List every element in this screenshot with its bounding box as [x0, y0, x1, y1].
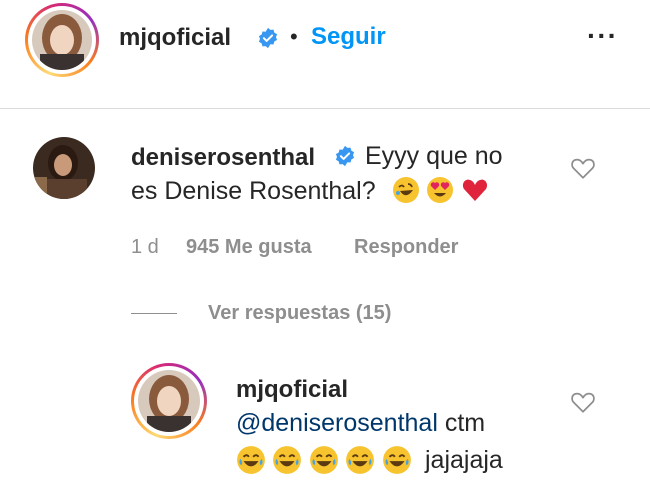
tears-of-joy-emoji [273, 446, 302, 474]
like-comment-heart-icon[interactable] [570, 155, 596, 181]
commenter-avatar[interactable] [33, 137, 95, 199]
tears-of-joy-emoji [382, 446, 411, 474]
red-heart-emoji [462, 179, 487, 201]
view-replies-button[interactable]: Ver respuestas (15) [208, 302, 391, 325]
like-reply-heart-icon[interactable] [570, 389, 596, 415]
separator-dot: • [290, 24, 298, 49]
tears-of-joy-emoji [346, 446, 375, 474]
tears-of-joy-emoji [309, 446, 338, 474]
comment-time[interactable]: 1 d [131, 236, 159, 259]
story-ring[interactable] [25, 3, 99, 77]
follow-button[interactable]: Seguir [311, 23, 386, 51]
replies-divider-line [131, 313, 177, 314]
verified-badge-icon [335, 145, 355, 167]
reply-trailing-text: jajajaja [425, 446, 503, 474]
mention-link[interactable]: @deniserosenthal [236, 409, 438, 437]
reply-text: ctm [444, 409, 486, 437]
comment-author-username[interactable]: deniserosenthal [131, 144, 315, 172]
reply-emojis [236, 445, 412, 475]
rolling-on-floor-laughing-emoji [393, 177, 419, 203]
post-header: mjqoficial • Seguir ··· [0, 0, 650, 109]
comment-text-line1: Eyyy que no [365, 142, 503, 170]
verified-badge-icon [258, 27, 278, 49]
reply-author-username[interactable]: mjqoficial [236, 376, 348, 404]
reply-button[interactable]: Responder [354, 236, 458, 259]
heart-eyes-emoji [427, 177, 454, 203]
post-author-username[interactable]: mjqoficial [119, 24, 231, 52]
comment-text-line2: es Denise Rosenthal? [131, 177, 376, 205]
more-options-icon[interactable]: ··· [587, 20, 618, 52]
comment-emojis [392, 176, 489, 204]
tears-of-joy-emoji [237, 446, 265, 474]
reply-avatar [138, 370, 200, 432]
comment-likes[interactable]: 945 Me gusta [186, 236, 312, 259]
reply-story-ring[interactable] [131, 363, 207, 439]
reply-text-line1: @deniserosenthal ctm [236, 406, 485, 440]
avatar [32, 10, 92, 70]
